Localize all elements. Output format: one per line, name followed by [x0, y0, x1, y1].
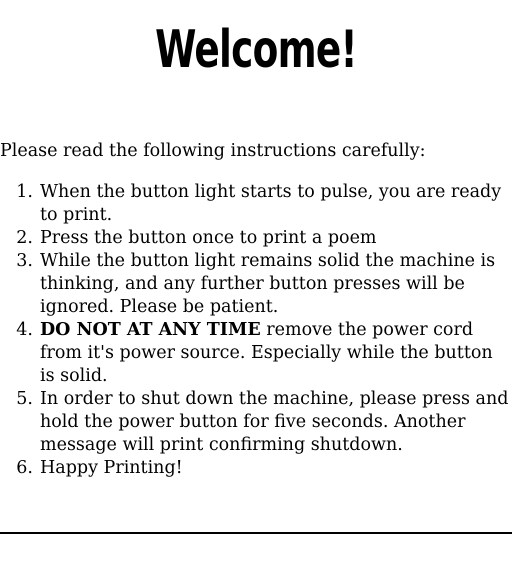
instruction-item-5: 5. In order to shut down the machine, pl…: [0, 388, 512, 457]
instruction-item-4: 4. DO NOT AT ANY TIME remove the power c…: [0, 319, 512, 388]
warning-emphasis: DO NOT AT ANY TIME: [40, 320, 261, 340]
instruction-text-wrapper: DO NOT AT ANY TIME remove the power cord…: [40, 319, 512, 388]
intro-text: Please read the following instructions c…: [0, 141, 426, 161]
instruction-number: 5.: [16, 389, 33, 409]
instruction-list: 1. When the button light starts to pulse…: [0, 181, 512, 480]
instruction-text: In order to shut down the machine, pleas…: [40, 389, 509, 455]
instruction-number: 1.: [16, 182, 33, 202]
instruction-number: 2.: [16, 228, 33, 248]
instruction-text: Happy Printing!: [40, 458, 183, 478]
instruction-item-6: 6. Happy Printing!: [0, 457, 512, 480]
document-page: Welcome! Please read the following instr…: [0, 0, 512, 572]
instruction-item-3: 3. While the button light remains solid …: [0, 250, 512, 319]
instruction-number: 6.: [16, 458, 33, 478]
instruction-number: 3.: [16, 251, 33, 271]
instruction-item-2: 2. Press the button once to print a poem: [0, 227, 512, 250]
instruction-text: Press the button once to print a poem: [40, 228, 377, 248]
page-title: Welcome!: [155, 20, 358, 80]
instruction-text: While the button light remains solid the…: [40, 251, 496, 317]
instruction-item-1: 1. When the button light starts to pulse…: [0, 181, 512, 227]
instruction-text: When the button light starts to pulse, y…: [40, 182, 502, 225]
horizontal-divider: [0, 532, 512, 534]
instruction-number: 4.: [16, 320, 33, 340]
